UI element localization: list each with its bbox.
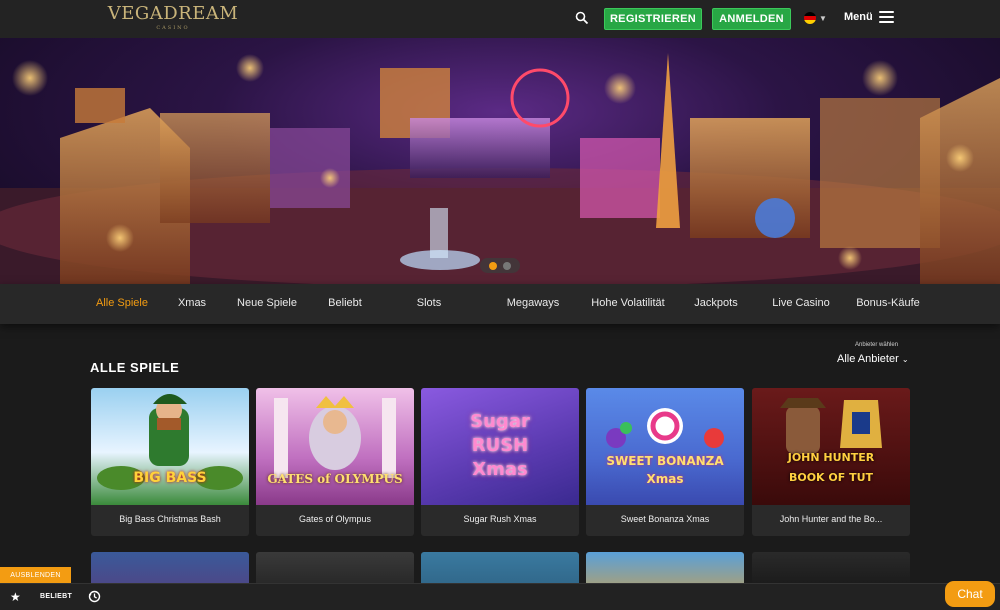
game-art-title: BIG BASS: [133, 470, 207, 486]
vegadream-logo[interactable]: VEGADREAM CASINO: [106, 3, 240, 31]
hamburger-icon: [878, 11, 894, 23]
game-art-title: SWEET BONANZA Xmas: [606, 454, 724, 486]
provider-label: Anbieter wählen: [855, 342, 899, 348]
logo-text: VEGADREAM: [107, 3, 239, 24]
category-megaways[interactable]: Megaways: [507, 297, 560, 309]
category-bonus-kaeufe[interactable]: Bonus-Käufe: [856, 297, 920, 309]
game-name: Sweet Bonanza Xmas: [620, 514, 710, 524]
game-art-title: GATES of OLYMPUS: [267, 472, 403, 486]
game-card-john-hunter-book-of-tut[interactable]: JOHN HUNTER BOOK OF TUT John Hunter and …: [752, 388, 910, 536]
flag-de-icon: [804, 12, 816, 24]
category-alle-spiele[interactable]: Alle Spiele: [96, 297, 148, 309]
search-icon[interactable]: [575, 11, 589, 25]
category-nav: Alle Spiele Xmas Neue Spiele Beliebt Slo…: [0, 284, 1000, 324]
game-thumbnail: BIG BASS: [91, 388, 249, 505]
game-art-title: JOHN HUNTER BOOK OF TUT: [787, 451, 875, 484]
game-card-sweet-bonanza-xmas[interactable]: SWEET BONANZA Xmas Sweet Bonanza Xmas: [586, 388, 744, 536]
category-jackpots[interactable]: Jackpots: [694, 297, 737, 309]
category-beliebt[interactable]: Beliebt: [328, 297, 362, 309]
las-vegas-skyline-image: [0, 53, 1000, 284]
game-card-gates-of-olympus[interactable]: GATES of OLYMPUS Gates of Olympus: [256, 388, 414, 536]
chat-button[interactable]: Chat: [945, 581, 995, 607]
section-title: ALLE SPIELE: [90, 360, 180, 375]
category-slots[interactable]: Slots: [417, 297, 441, 309]
carousel-dot-1[interactable]: [489, 261, 497, 270]
category-live-casino[interactable]: Live Casino: [772, 297, 829, 309]
game-thumbnail: GATES of OLYMPUS: [256, 388, 414, 505]
menu-button[interactable]: Menü: [844, 11, 894, 23]
hero-banner[interactable]: [0, 38, 1000, 284]
game-thumbnail: SWEET BONANZA Xmas: [586, 388, 744, 505]
language-selector[interactable]: ▼: [804, 12, 827, 24]
star-icon[interactable]: ★: [10, 590, 21, 604]
game-art-title: Sugar RUSH Xmas: [470, 411, 530, 480]
beliebt-label[interactable]: BELIEBT: [40, 593, 72, 600]
game-thumbnail: Sugar RUSH Xmas: [421, 388, 579, 505]
game-card-big-bass-christmas-bash[interactable]: BIG BASS Big Bass Christmas Bash: [91, 388, 249, 536]
provider-value: Alle Anbieter: [837, 353, 899, 365]
game-name: Sugar Rush Xmas: [463, 514, 537, 524]
carousel-indicator: [480, 258, 520, 273]
hide-button[interactable]: AUSBLENDEN: [0, 567, 71, 583]
register-button[interactable]: REGISTRIEREN: [604, 8, 702, 30]
game-name: John Hunter and the Bo...: [779, 514, 883, 524]
bottom-bar: ★ BELIEBT: [0, 583, 1000, 610]
chevron-down-icon: ▼: [819, 13, 827, 23]
category-neue-spiele[interactable]: Neue Spiele: [237, 297, 297, 309]
category-xmas[interactable]: Xmas: [178, 297, 206, 309]
game-card-sugar-rush-xmas[interactable]: Sugar RUSH Xmas Sugar Rush Xmas: [421, 388, 579, 536]
game-thumbnail: JOHN HUNTER BOOK OF TUT: [752, 388, 910, 505]
category-hohe-volatilitaet[interactable]: Hohe Volatilität: [591, 297, 664, 309]
chevron-down-icon: ⌄: [901, 355, 909, 364]
logo-subtext: CASINO: [156, 25, 190, 31]
game-name: Big Bass Christmas Bash: [119, 514, 221, 524]
provider-select[interactable]: Alle Anbieter ⌄: [837, 353, 909, 365]
menu-label: Menü: [844, 11, 873, 23]
history-icon[interactable]: [88, 590, 101, 603]
login-button[interactable]: ANMELDEN: [712, 8, 791, 30]
carousel-dot-2[interactable]: [503, 261, 511, 270]
game-name: Gates of Olympus: [298, 514, 372, 524]
top-header: VEGADREAM CASINO REGISTRIEREN ANMELDEN ▼…: [0, 0, 1000, 38]
